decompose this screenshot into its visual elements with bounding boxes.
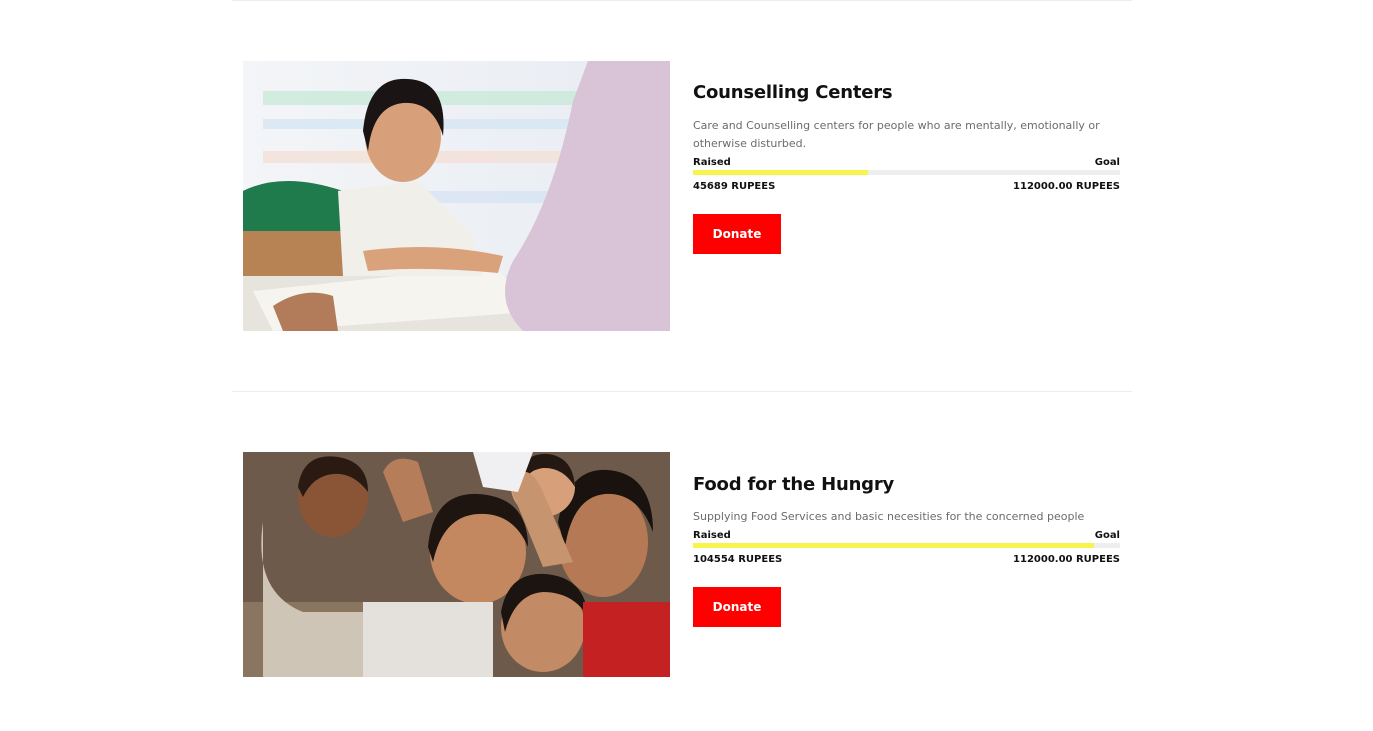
section-divider xyxy=(232,391,1132,392)
progress-amounts: 45689 RUPEES 112000.00 RUPEES xyxy=(693,181,1120,192)
raised-label: Raised xyxy=(693,530,731,541)
raised-amount: 104554 RUPEES xyxy=(693,554,783,565)
campaign-photo xyxy=(243,61,670,331)
top-divider xyxy=(232,0,1132,1)
campaign-card: Counselling Centers Care and Counselling… xyxy=(243,61,1120,331)
campaign-title: Counselling Centers xyxy=(693,82,893,103)
donate-button[interactable]: Donate xyxy=(693,587,781,627)
campaign-info: Food for the Hungry Supplying Food Servi… xyxy=(693,452,1120,627)
raised-amount: 45689 RUPEES xyxy=(693,181,776,192)
campaign-description: Supplying Food Services and basic necesi… xyxy=(693,510,1085,523)
campaign-info: Counselling Centers Care and Counselling… xyxy=(693,61,1120,254)
campaign-title: Food for the Hungry xyxy=(693,474,895,495)
progress-bar xyxy=(693,170,1120,175)
goal-amount: 112000.00 RUPEES xyxy=(1013,554,1120,565)
donate-button[interactable]: Donate xyxy=(693,214,781,254)
goal-label: Goal xyxy=(1094,530,1120,541)
goal-amount: 112000.00 RUPEES xyxy=(1013,181,1120,192)
progress-labels: Raised Goal xyxy=(693,530,1120,541)
progress-amounts: 104554 RUPEES 112000.00 RUPEES xyxy=(693,554,1120,565)
raised-label: Raised xyxy=(693,157,731,168)
progress-fill xyxy=(693,170,869,175)
progress-labels: Raised Goal xyxy=(693,157,1120,168)
campaign-photo xyxy=(243,452,670,677)
campaign-card: Food for the Hungry Supplying Food Servi… xyxy=(243,452,1120,677)
progress-fill xyxy=(693,543,1095,548)
goal-label: Goal xyxy=(1094,157,1120,168)
campaign-description: Care and Counselling centers for people … xyxy=(693,119,1100,150)
campaign-list: Counselling Centers Care and Counselling… xyxy=(0,0,1373,731)
progress-bar xyxy=(693,543,1120,548)
